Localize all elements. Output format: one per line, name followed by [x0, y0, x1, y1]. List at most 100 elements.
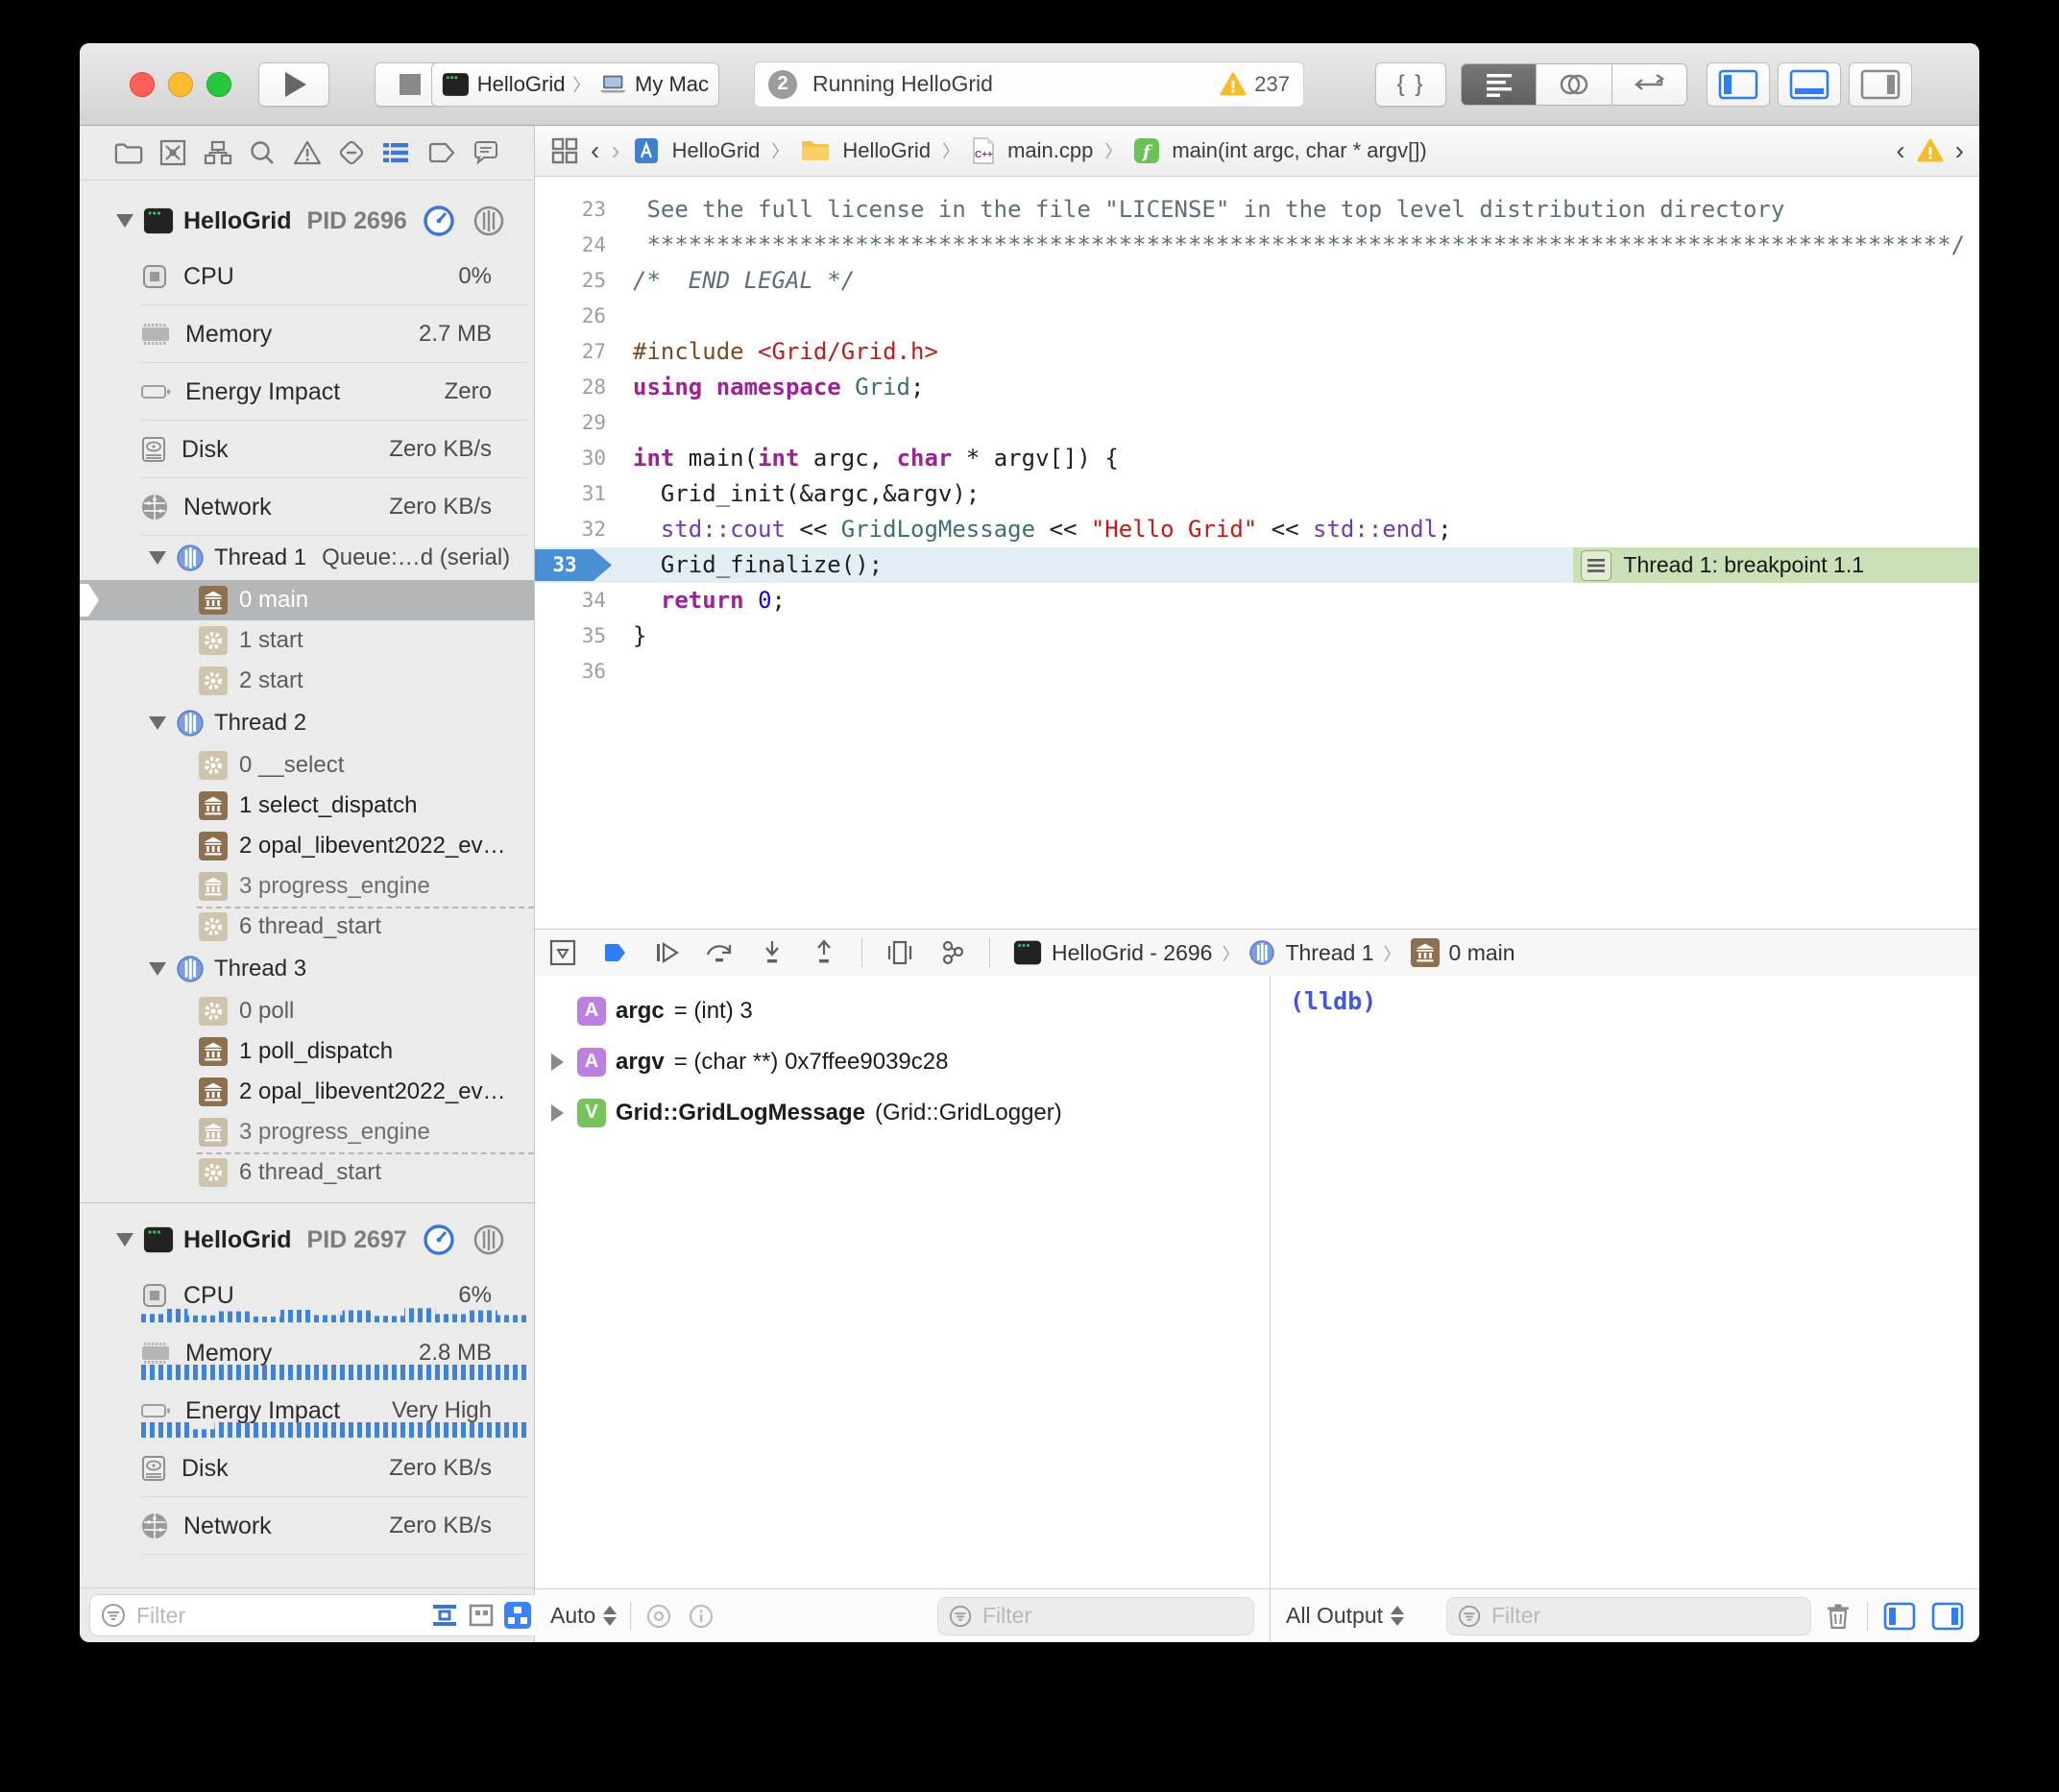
nav-source-control-navigator-button[interactable] — [159, 139, 186, 166]
stack-frame-row[interactable]: 3 progress_engine — [80, 1112, 534, 1152]
stack-frame-row[interactable]: 6 thread_start — [80, 1152, 534, 1193]
step-over-icon[interactable] — [704, 938, 735, 967]
stack-frame-row[interactable]: 0 __select — [80, 745, 534, 786]
jump-crumb-folder[interactable]: HelloGrid — [842, 138, 931, 163]
activity-view[interactable]: 2 Running HelloGrid 237 — [754, 61, 1304, 108]
code-line[interactable]: 30int main(int argc, char * argv[]) { — [535, 441, 1979, 476]
memory-graph-icon[interactable] — [937, 938, 966, 967]
issue-warning-icon[interactable] — [1917, 138, 1944, 163]
resource-row-cpu[interactable]: CPU6% — [80, 1267, 534, 1324]
clear-console-icon[interactable] — [1825, 1602, 1852, 1631]
disclosure-triangle-icon[interactable] — [116, 1233, 133, 1247]
jump-crumb-file[interactable]: main.cpp — [1007, 138, 1093, 163]
resource-row-disk[interactable]: DiskZero KB/s — [80, 421, 534, 478]
nav-test-navigator-button[interactable] — [338, 139, 365, 166]
nav-report-navigator-button[interactable] — [472, 140, 499, 165]
next-issue-button[interactable]: › — [1955, 137, 1964, 164]
resource-row-network[interactable]: NetworkZero KB/s — [80, 478, 534, 536]
resource-row-energy-impact[interactable]: Energy ImpactZero — [80, 363, 534, 421]
stack-frame-row[interactable]: 0 main — [80, 580, 534, 620]
code-line[interactable]: 36 — [535, 654, 1979, 690]
quicklook-icon[interactable] — [644, 1602, 673, 1631]
performance-gauge-icon[interactable] — [423, 1223, 455, 1256]
disclosure-triangle-icon[interactable] — [116, 214, 133, 228]
thread-row[interactable]: Thread 1Queue:…d (serial) — [80, 536, 534, 580]
version-editor-button[interactable] — [1612, 64, 1686, 105]
code-snippets-button[interactable]: { } — [1375, 62, 1446, 107]
info-icon[interactable] — [687, 1602, 715, 1631]
view-hierarchy-icon[interactable] — [885, 938, 914, 967]
zoom-button[interactable] — [206, 72, 231, 97]
toggle-debug-area-button[interactable] — [1778, 62, 1841, 107]
resource-row-disk[interactable]: DiskZero KB/s — [80, 1440, 534, 1497]
variable-row[interactable]: Aargc = (int) 3 — [535, 985, 1270, 1036]
thread-view-icon[interactable] — [472, 205, 505, 237]
code-line[interactable]: 23 See the full license in the file "LIC… — [535, 192, 1979, 228]
source-editor[interactable]: 23 See the full license in the file "LIC… — [535, 177, 1979, 929]
hide-debug-area-icon[interactable] — [548, 938, 577, 967]
standard-editor-button[interactable] — [1462, 64, 1537, 105]
stack-frame-row[interactable]: 2 start — [80, 661, 534, 701]
code-line[interactable]: 34 return 0; — [535, 583, 1979, 618]
code-line[interactable]: 35} — [535, 618, 1979, 654]
disclosure-triangle-icon[interactable] — [546, 1053, 568, 1071]
step-out-icon[interactable] — [810, 938, 838, 967]
nav-issue-navigator-button[interactable] — [293, 140, 322, 165]
resource-row-memory[interactable]: Memory2.8 MB — [80, 1324, 534, 1382]
performance-gauge-icon[interactable] — [423, 205, 455, 237]
debug-crumb-thread[interactable]: Thread 1 — [1285, 940, 1373, 966]
warning-count[interactable]: 237 — [1220, 72, 1290, 97]
back-button[interactable]: ‹ — [591, 137, 599, 164]
scheme-selector[interactable]: HelloGrid My Mac — [431, 62, 719, 107]
variable-row[interactable]: Aargv = (char **) 0x7ffee9039c28 — [535, 1036, 1270, 1087]
assistant-editor-button[interactable] — [1537, 64, 1611, 105]
thread-view-icon[interactable] — [472, 1223, 505, 1256]
show-variables-view-icon[interactable] — [1883, 1602, 1916, 1631]
code-line[interactable]: 27#include <Grid/Grid.h> — [535, 334, 1979, 370]
code-line[interactable]: 33 Grid_finalize();Thread 1: breakpoint … — [535, 547, 1979, 583]
show-console-view-icon[interactable] — [1931, 1602, 1964, 1631]
thread-row[interactable]: Thread 3 — [80, 947, 534, 991]
disclosure-triangle-icon[interactable] — [149, 962, 166, 976]
code-line[interactable]: 31 Grid_init(&argc,&argv); — [535, 476, 1979, 512]
stack-frame-row[interactable]: 3 progress_engine — [80, 866, 534, 907]
close-button[interactable] — [130, 72, 155, 97]
code-line[interactable]: 26 — [535, 299, 1979, 334]
breakpoint-annotation-menu-icon[interactable] — [1581, 550, 1611, 581]
resource-row-network[interactable]: NetworkZero KB/s — [80, 1497, 534, 1555]
disclosure-triangle-icon[interactable] — [149, 551, 166, 565]
debug-crumb-process[interactable]: HelloGrid - 2696 — [1052, 940, 1212, 966]
breakpoint-annotation[interactable]: Thread 1: breakpoint 1.1 — [1573, 547, 1979, 583]
nav-project-navigator-button[interactable] — [114, 140, 143, 165]
debug-symbols-filter-icon[interactable] — [430, 1601, 459, 1630]
console-filter-input[interactable] — [1490, 1602, 1803, 1630]
run-button[interactable] — [258, 62, 329, 107]
variables-filter-input[interactable] — [981, 1602, 1246, 1630]
resource-row-memory[interactable]: Memory2.7 MB — [80, 305, 534, 363]
process-row[interactable]: HelloGridPID 2697 — [80, 1213, 534, 1267]
nav-symbol-navigator-button[interactable] — [204, 140, 232, 165]
continue-icon[interactable] — [652, 938, 681, 967]
stack-frame-row[interactable]: 1 start — [80, 620, 534, 661]
toggle-inspector-button[interactable] — [1849, 62, 1912, 107]
step-into-icon[interactable] — [758, 938, 787, 967]
stack-frame-row[interactable]: 2 opal_libevent2022_ev… — [80, 1072, 534, 1112]
code-line[interactable]: 25/* END LEGAL */ — [535, 263, 1979, 299]
code-line[interactable]: 32 std::cout << GridLogMessage << "Hello… — [535, 512, 1979, 547]
minimize-button[interactable] — [168, 72, 193, 97]
console-scope-select[interactable]: All Output — [1286, 1603, 1404, 1629]
thread-queue-toggle-icon[interactable] — [503, 1601, 532, 1630]
toggle-navigator-button[interactable] — [1707, 62, 1770, 107]
frames-filter-icon[interactable] — [467, 1601, 496, 1630]
navigator-filter-input[interactable] — [134, 1602, 423, 1630]
disclosure-triangle-icon[interactable] — [546, 1104, 568, 1122]
stack-frame-row[interactable]: 6 thread_start — [80, 907, 534, 947]
resource-row-cpu[interactable]: CPU0% — [80, 248, 534, 305]
breakpoints-enabled-icon[interactable] — [600, 938, 629, 967]
code-line[interactable]: 28using namespace Grid; — [535, 370, 1979, 405]
process-row[interactable]: HelloGridPID 2696 — [80, 194, 534, 248]
thread-row[interactable]: Thread 2 — [80, 701, 534, 745]
console-filter-field[interactable] — [1446, 1597, 1811, 1635]
resource-row-energy-impact[interactable]: Energy ImpactVery High — [80, 1382, 534, 1440]
code-line[interactable]: 29 — [535, 405, 1979, 441]
